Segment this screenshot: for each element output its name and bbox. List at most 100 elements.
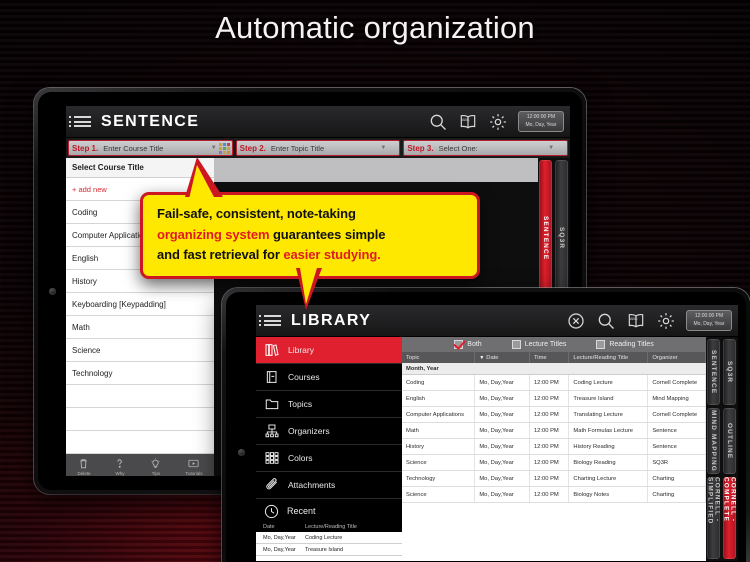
checkbox-both[interactable] xyxy=(454,340,464,349)
list-item[interactable]: Technology xyxy=(66,362,214,385)
cell-date: Mo, Day,Year xyxy=(474,374,530,391)
tab-cornell-simplified[interactable]: CORNELL - SIMPLIFIED xyxy=(707,476,721,559)
column-header-topic[interactable]: Topic xyxy=(402,352,476,363)
tablet1-bottom-toolbar: Delete Why Tips Tutorials xyxy=(66,454,214,476)
paperclip-icon xyxy=(263,477,281,493)
delete-button[interactable]: Delete xyxy=(77,457,91,476)
table-row[interactable]: Science Mo, Day,Year 12:00 PM Biology No… xyxy=(402,486,706,503)
color-grid-icon[interactable] xyxy=(218,143,230,154)
tablet2-clock: 12:00:00 PM Mo, Day, Year xyxy=(686,310,732,331)
gear-icon[interactable] xyxy=(488,112,508,132)
table-row[interactable]: Computer Applications Mo, Day,Year 12:00… xyxy=(402,406,706,423)
column-header-lecture-reading-title[interactable]: Lecture/Reading Title xyxy=(568,352,649,363)
cell-date: Mo, Day,Year xyxy=(474,486,530,503)
sidebar-item-label: Topics xyxy=(288,399,313,409)
column-header-organizer[interactable]: Organizer xyxy=(647,352,706,363)
library-table: Topic ▼ Date Time Lecture/Reading Title O… xyxy=(402,352,706,503)
list-item[interactable]: Mo, Day,Year Treasure Island xyxy=(256,544,402,556)
cell-date: Mo, Day,Year xyxy=(474,406,530,423)
sidebar-item-courses[interactable]: Courses xyxy=(256,364,402,391)
cell-title: Biology Reading xyxy=(568,454,649,471)
list-item[interactable]: Mo, Day,Year Coding Lecture xyxy=(256,532,402,544)
tablet1-steps-bar: Step 1. Enter Course Title ▼ Step 2. Ent… xyxy=(66,138,570,158)
abc-book-icon[interactable]: ABC xyxy=(626,311,646,331)
table-row[interactable]: Coding Mo, Day,Year 12:00 PM Coding Lect… xyxy=(402,374,706,391)
table-row[interactable]: Math Mo, Day,Year 12:00 PM Math Formulas… xyxy=(402,422,706,439)
sidebar-item-organizers[interactable]: Organizers xyxy=(256,418,402,445)
table-row[interactable]: English Mo, Day,Year 12:00 PM Treasure I… xyxy=(402,390,706,407)
column-header-time[interactable]: Time xyxy=(529,352,570,363)
step-2-label: Enter Topic Title xyxy=(270,143,325,153)
tablet1-appbar: SENTENCE ABC 12:00:00 PM Mo, Day, Year xyxy=(66,106,570,138)
cell-time: 12:00 PM xyxy=(529,486,570,503)
sidebar-item-library[interactable]: Library xyxy=(256,337,402,364)
library-table-head: Topic ▼ Date Time Lecture/Reading Title O… xyxy=(402,352,706,363)
list-item-empty[interactable] xyxy=(66,385,214,408)
checkbox-lecture-titles[interactable] xyxy=(511,340,521,349)
cell-time: 12:00 PM xyxy=(529,406,570,423)
svg-text:ABC: ABC xyxy=(630,317,638,321)
clock-icon xyxy=(263,503,280,519)
recent-row-title: Coding Lecture xyxy=(305,534,343,541)
recent-row-title: Treasure Island xyxy=(305,546,344,553)
tablet2-bezel: LIBRARY ABC 12:00:00 PM Mo, Day, Year Li… xyxy=(226,292,746,562)
hamburger-list-icon[interactable] xyxy=(69,116,91,127)
cell-organizer: Charting xyxy=(647,486,706,503)
checkbox-reading-titles[interactable] xyxy=(596,340,606,349)
cell-organizer: Charting xyxy=(647,470,706,487)
filter-reading-titles[interactable]: Reading Titles xyxy=(596,340,654,349)
gear-icon[interactable] xyxy=(656,311,676,331)
close-circle-icon[interactable] xyxy=(566,311,586,331)
sidebar-item-colors[interactable]: Colors xyxy=(256,445,402,472)
table-row[interactable]: Science Mo, Day,Year 12:00 PM Biology Re… xyxy=(402,454,706,471)
notebook-icon xyxy=(263,369,281,385)
trash-icon xyxy=(77,457,90,470)
tab-sq3r[interactable]: SQ3R xyxy=(723,339,736,405)
tablet2-home-button[interactable] xyxy=(238,449,245,456)
cell-organizer: Mind Mapping xyxy=(647,390,706,407)
tips-button[interactable]: Tips xyxy=(149,457,162,476)
question-mark-icon xyxy=(113,457,126,470)
cell-time: 12:00 PM xyxy=(529,390,570,407)
cell-date: Mo, Day,Year xyxy=(474,390,530,407)
tutorials-button[interactable]: Tutorials xyxy=(185,457,203,476)
sidebar-item-attachments[interactable]: Attachments xyxy=(256,472,402,499)
hamburger-list-icon[interactable] xyxy=(259,315,281,326)
list-item[interactable]: Science xyxy=(66,339,214,362)
table-row[interactable]: Technology Mo, Day,Year 12:00 PM Chartin… xyxy=(402,470,706,487)
tab-cornell-complete[interactable]: CORNELL - COMPLETE xyxy=(723,476,737,559)
library-table-body: Month, Year Coding Mo, Day,Year 12:00 PM… xyxy=(402,363,706,503)
tablet1-home-button[interactable] xyxy=(49,288,56,295)
page-title: Automatic organization xyxy=(215,10,535,45)
step-3-select-one[interactable]: Step 3. Select One: ▼ xyxy=(403,140,569,156)
abc-book-icon[interactable]: ABC xyxy=(458,112,478,132)
list-item[interactable]: Math xyxy=(66,316,214,339)
tab-sentence[interactable]: SENTENCE xyxy=(707,339,720,405)
search-icon[interactable] xyxy=(428,112,448,132)
callout-line-3: and fast retrieval for easier studying. xyxy=(157,245,465,266)
table-row[interactable]: History Mo, Day,Year 12:00 PM History Re… xyxy=(402,438,706,455)
recent-col-date: Date xyxy=(263,524,275,530)
tab-outline[interactable]: OUTLINE xyxy=(723,407,736,474)
why-button[interactable]: Why xyxy=(113,457,126,476)
cell-topic: Math xyxy=(402,422,476,439)
list-item[interactable]: Keyboarding [Keypadding] xyxy=(66,293,214,316)
filter-both[interactable]: Both xyxy=(454,340,482,349)
sidebar-item-topics[interactable]: Topics xyxy=(256,391,402,418)
step-2-number: Step 2. xyxy=(239,143,266,153)
recent-column-headers: Date Lecture/Reading Title xyxy=(256,523,402,532)
chevron-down-icon: ▼ xyxy=(548,145,555,151)
tab-mind-mapping[interactable]: MIND MAPPING xyxy=(707,407,720,474)
filter-lecture-titles[interactable]: Lecture Titles xyxy=(511,340,566,349)
column-header-date[interactable]: ▼ Date xyxy=(474,352,530,363)
search-icon[interactable] xyxy=(596,311,616,331)
list-item-empty[interactable] xyxy=(66,408,214,431)
tablet1-clock-date: Mo, Day, Year xyxy=(525,121,557,128)
list-item-empty[interactable] xyxy=(66,431,214,454)
grid-squares-icon xyxy=(263,450,281,466)
step-1-course-title[interactable]: Step 1. Enter Course Title ▼ xyxy=(68,140,233,156)
step-2-topic-title[interactable]: Step 2. Enter Topic Title ▼ xyxy=(235,140,401,156)
cell-organizer: Cornell Complete xyxy=(647,374,706,391)
step-1-label: Enter Course Title xyxy=(103,143,164,153)
cell-title: Coding Lecture xyxy=(568,374,649,391)
